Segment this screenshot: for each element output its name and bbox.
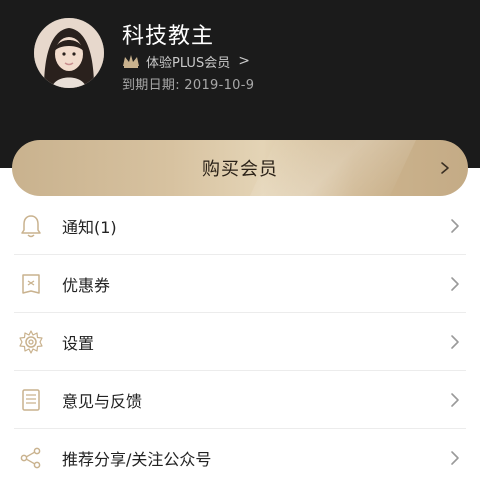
menu-item-notifications[interactable]: 通知(1) [0,197,480,255]
username: 科技教主 [122,24,215,49]
crown-icon [122,54,140,68]
menu-item-label: 设置 [62,334,95,353]
membership-link[interactable]: 体验PLUS会员 > [122,52,250,71]
menu-item-feedback[interactable]: 意见与反馈 [0,371,480,429]
chevron-right-icon [451,277,459,291]
chevron-right-icon [451,335,459,349]
menu-item-settings[interactable]: 设置 [0,313,480,371]
chevron-right-icon [451,393,459,407]
avatar-photo [34,18,104,88]
membership-label: 体验PLUS会员 [146,55,231,71]
chevron-right-icon [451,451,459,465]
buy-membership-label: 购买会员 [202,159,278,180]
menu-item-label: 意见与反馈 [62,392,143,411]
chevron-right-icon [451,219,459,233]
coupon-icon [22,274,40,294]
buy-membership-button[interactable]: 购买会员 [12,140,468,196]
gear-icon [19,330,43,354]
avatar[interactable] [34,18,104,88]
menu-item-label: 优惠券 [62,276,111,295]
chevron-right-icon [441,162,449,174]
menu-list: 通知(1) 优惠券 设置 意见与反馈 推荐分享/关注公众号 [0,197,480,480]
chevron-right-icon: > [238,53,250,69]
expire-date: 到期日期: 2019-10-9 [122,78,255,93]
share-icon [20,447,41,469]
menu-item-label: 通知(1) [62,218,117,237]
menu-item-coupons[interactable]: 优惠券 [0,255,480,313]
menu-item-label: 推荐分享/关注公众号 [62,450,212,469]
feedback-document-icon [22,389,40,411]
bell-icon [21,215,41,238]
menu-item-share[interactable]: 推荐分享/关注公众号 [0,429,480,480]
